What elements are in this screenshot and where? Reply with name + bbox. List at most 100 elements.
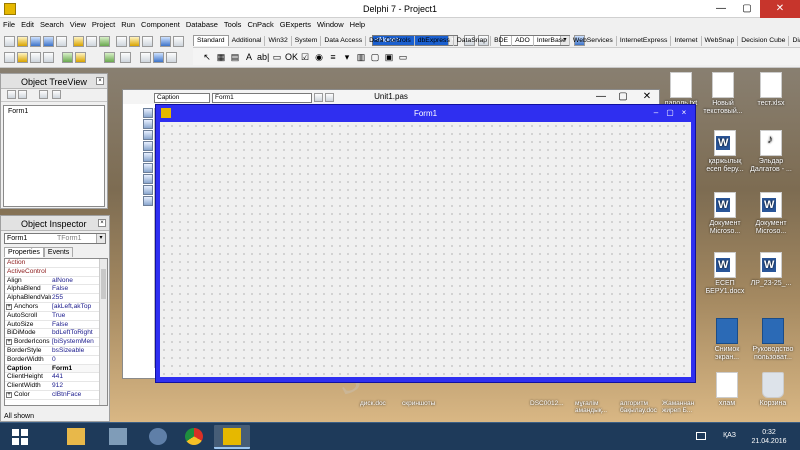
property-value[interactable]: alNone bbox=[52, 277, 100, 285]
desktop-icon-label[interactable]: DSC0012... bbox=[530, 400, 574, 407]
minimize-button[interactable]: — bbox=[708, 0, 734, 18]
desktop-icon[interactable]: Новый текстовый... bbox=[700, 72, 746, 116]
palette-tab[interactable]: InterBase bbox=[534, 36, 570, 46]
palette-component-icon[interactable]: ☑ bbox=[299, 51, 311, 63]
property-row[interactable]: + Anchors [akLeft,akTop bbox=[5, 303, 107, 312]
palette-component-icon[interactable]: ▭ bbox=[271, 51, 283, 63]
form-canvas[interactable] bbox=[160, 122, 691, 377]
palette-component-icon[interactable]: ▣ bbox=[383, 51, 395, 63]
property-row[interactable]: AlphaBlend False bbox=[5, 285, 107, 295]
tools-icon[interactable] bbox=[75, 52, 86, 63]
menu-item-gexperts[interactable]: GExperts bbox=[277, 18, 314, 29]
property-row[interactable]: ActiveControl bbox=[5, 268, 107, 277]
expand-icon[interactable]: + bbox=[6, 339, 12, 346]
palette-tab[interactable]: Additional bbox=[229, 36, 266, 46]
property-row[interactable]: BorderStyle bsSizeable bbox=[5, 347, 107, 356]
run-icon[interactable] bbox=[104, 52, 115, 63]
desktop-icon[interactable]: ЕСЕП БЕРУ1.docx bbox=[702, 252, 748, 296]
menu-item-search[interactable]: Search bbox=[37, 18, 67, 29]
save-all-icon[interactable] bbox=[43, 36, 54, 47]
forms-icon[interactable] bbox=[43, 52, 54, 63]
property-row[interactable]: Align alNone bbox=[5, 277, 107, 286]
language-indicator[interactable]: ҚАЗ bbox=[723, 432, 736, 439]
close-button[interactable]: × bbox=[679, 109, 689, 118]
property-row[interactable]: ClientHeight 441 bbox=[5, 373, 107, 383]
chrome-icon[interactable] bbox=[176, 425, 212, 449]
file-explorer-icon[interactable] bbox=[58, 425, 94, 449]
palette-component-icon[interactable]: ▢ bbox=[369, 51, 381, 63]
open-icon[interactable] bbox=[17, 36, 28, 47]
maximize-button[interactable]: ▢ bbox=[665, 109, 675, 118]
new-form-icon[interactable] bbox=[160, 36, 171, 47]
minimize-button[interactable]: — bbox=[593, 90, 609, 104]
property-value[interactable]: 912 bbox=[52, 382, 100, 390]
tab-properties[interactable]: Properties bbox=[4, 247, 44, 257]
palette-component-icon[interactable]: ▾ bbox=[341, 51, 353, 63]
property-value[interactable]: bsSizeable bbox=[52, 347, 100, 355]
property-value[interactable]: 0 bbox=[52, 356, 100, 364]
menu-item-edit[interactable]: Edit bbox=[18, 18, 37, 29]
menu-item-window[interactable]: Window bbox=[314, 18, 347, 29]
palette-tab[interactable]: InternetExpress bbox=[617, 36, 672, 46]
palette-component-icon[interactable]: ▦ bbox=[215, 51, 227, 63]
property-value[interactable]: Form1 bbox=[52, 365, 100, 373]
new-folder-icon[interactable] bbox=[7, 90, 16, 99]
object-combo[interactable]: Caption bbox=[154, 93, 210, 103]
add-file-icon[interactable] bbox=[73, 36, 84, 47]
palette-tab[interactable]: Standard bbox=[193, 35, 229, 46]
pause-icon[interactable] bbox=[120, 52, 131, 63]
palette-tab[interactable]: Internet bbox=[671, 36, 702, 46]
palette-tab[interactable]: Data Access bbox=[321, 36, 367, 46]
property-row[interactable]: AlphaBlendValu 255 bbox=[5, 294, 107, 303]
close-button[interactable]: ✕ bbox=[639, 90, 655, 104]
folder-icon[interactable] bbox=[17, 52, 28, 63]
palette-tab[interactable]: WebServices bbox=[570, 36, 617, 46]
menu-item-cnpack[interactable]: CnPack bbox=[244, 18, 276, 29]
palette-component-icon[interactable]: ab| bbox=[257, 51, 269, 63]
menu-item-run[interactable]: Run bbox=[118, 18, 138, 29]
maximize-button[interactable]: ▢ bbox=[615, 90, 631, 104]
menu-item-help[interactable]: Help bbox=[347, 18, 368, 29]
desktop-icon-label[interactable]: скриншоты bbox=[402, 400, 446, 407]
palette-tab[interactable]: DataSnap bbox=[454, 36, 492, 46]
open-project-icon[interactable] bbox=[56, 36, 67, 47]
property-value[interactable]: [akLeft,akTop bbox=[52, 303, 100, 311]
palette-tab[interactable]: dbExpress bbox=[415, 36, 454, 46]
desktop-icon[interactable]: Документ Microso... bbox=[748, 192, 794, 236]
expand-icon[interactable]: + bbox=[6, 303, 12, 310]
palette-tab[interactable]: Decision Cube bbox=[738, 36, 790, 46]
start-button[interactable] bbox=[12, 429, 28, 445]
desktop-icon[interactable]: хлам bbox=[704, 372, 750, 408]
expand-icon[interactable]: + bbox=[6, 391, 12, 398]
units-icon[interactable] bbox=[30, 52, 41, 63]
property-row[interactable]: BorderWidth 0 bbox=[5, 356, 107, 365]
scrollbar[interactable] bbox=[99, 259, 107, 405]
property-row[interactable]: AutoSize False bbox=[5, 321, 107, 330]
desktop-icon[interactable]: Документ Microso... bbox=[702, 192, 748, 236]
arrow-up-icon[interactable] bbox=[39, 90, 48, 99]
palette-tab[interactable]: Data Controls bbox=[366, 36, 415, 46]
help-icon[interactable] bbox=[99, 36, 110, 47]
desktop-icon[interactable]: тест.xlsx bbox=[748, 72, 794, 108]
property-row[interactable]: + BorderIcons [biSystemMen bbox=[5, 338, 107, 347]
delete-icon[interactable] bbox=[18, 90, 27, 99]
delphi-taskbar-icon[interactable] bbox=[214, 425, 250, 449]
palette-tab[interactable]: Win32 bbox=[265, 36, 292, 46]
menu-item-component[interactable]: Component bbox=[138, 18, 183, 29]
desktop-icon-label[interactable]: мұғалім амандық... bbox=[575, 400, 619, 414]
trace-into-icon[interactable] bbox=[140, 52, 151, 63]
maximize-button[interactable]: ▢ bbox=[734, 0, 760, 18]
property-value[interactable]: 441 bbox=[52, 373, 100, 381]
object-selector[interactable]: Form1 TForm1 ▾ bbox=[4, 233, 106, 244]
network-icon[interactable] bbox=[100, 425, 136, 449]
arrow-down-icon[interactable] bbox=[52, 90, 61, 99]
clock[interactable]: 0:32 21.04.2016 bbox=[746, 428, 792, 446]
property-row[interactable]: Caption Form1 bbox=[5, 364, 107, 374]
remove-file-icon[interactable] bbox=[86, 36, 97, 47]
run-to-cursor-icon[interactable] bbox=[166, 52, 177, 63]
menu-item-database[interactable]: Database bbox=[183, 18, 221, 29]
menu-item-file[interactable]: File bbox=[0, 18, 18, 29]
menu-item-tools[interactable]: Tools bbox=[221, 18, 245, 29]
minimize-button[interactable]: – bbox=[651, 109, 661, 118]
close-icon[interactable]: × bbox=[96, 77, 104, 85]
